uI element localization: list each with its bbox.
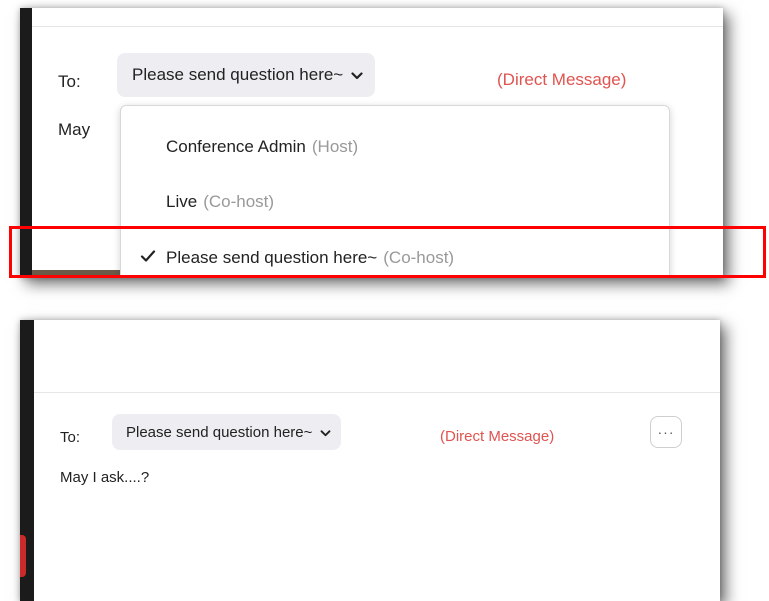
menu-item-live[interactable]: Live (Co-host) [121,180,669,224]
menu-item-conference-admin[interactable]: Conference Admin (Host) [121,125,669,169]
divider [34,392,720,393]
red-indicator [20,535,26,577]
highlight-box [9,226,766,278]
more-icon: ··· [657,424,675,440]
chevron-down-icon [320,424,331,441]
message-input-text[interactable]: May I ask....? [60,469,149,486]
recipient-select-value: Please send question here~ [126,423,313,441]
chat-panel: To: Please send question here~ (Direct M… [20,320,720,601]
to-label: To: [60,429,81,446]
recipient-select-value: Please send question here~ [132,65,344,84]
direct-message-label: (Direct Message) [497,70,627,89]
menu-item-role: (Co-host) [203,192,275,211]
menu-item-name: Live [166,192,198,211]
more-options-button[interactable]: ··· [650,416,682,448]
chevron-down-icon [351,65,363,85]
divider [32,26,723,27]
recipient-select[interactable]: Please send question here~ [112,414,342,450]
recipient-select[interactable]: Please send question here~ [117,53,376,97]
menu-item-name: Conference Admin [166,137,306,156]
direct-message-label: (Direct Message) [440,428,555,445]
to-label: To: [58,72,81,91]
message-text-partial: May [58,120,91,139]
menu-item-role: (Host) [311,137,359,156]
